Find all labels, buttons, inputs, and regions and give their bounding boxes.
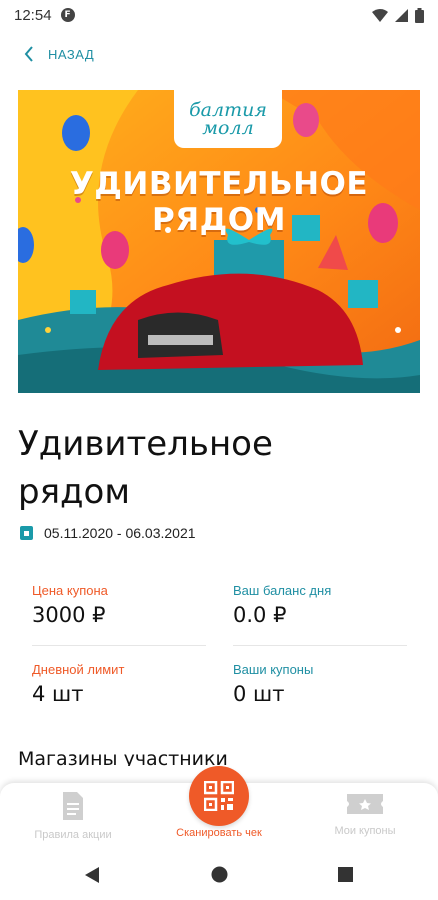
battery-icon	[415, 7, 424, 23]
back-triangle-icon[interactable]	[84, 866, 100, 884]
nav-coupons[interactable]: Мои купоны	[292, 791, 438, 837]
daily-limit-label: Дневной лимит	[32, 662, 125, 677]
coupon-price-value: 3000 ₽	[32, 603, 106, 627]
divider	[233, 645, 407, 646]
my-coupons: Ваши купоны 0 шт	[233, 662, 419, 706]
ticket-icon	[347, 794, 383, 814]
banner-title: УДИВИТЕЛЬНОЕ РЯДОМ	[18, 166, 420, 238]
nav-coupons-label: Мои купоны	[334, 825, 396, 837]
day-balance-label: Ваш баланс дня	[233, 583, 332, 598]
banner-title-line1: УДИВИТЕЛЬНОЕ	[69, 166, 369, 202]
app-notification-icon: F	[60, 8, 75, 22]
promo-banner: балтия молл УДИВИТЕЛЬНОЕ РЯДОМ	[18, 90, 420, 393]
nav-scan-label: Сканировать чек	[176, 827, 262, 839]
signal-icon	[395, 8, 408, 22]
daily-limit: Дневной лимит 4 шт	[32, 662, 218, 706]
coupon-price-label: Цена купона	[32, 583, 108, 598]
recents-square-icon[interactable]	[338, 867, 353, 882]
qr-code-icon	[204, 781, 234, 811]
back-label: НАЗАД	[48, 46, 95, 62]
home-circle-icon[interactable]	[211, 866, 228, 883]
mall-logo: балтия молл	[174, 90, 282, 148]
nav-rules[interactable]: Правила акции	[0, 791, 146, 841]
document-icon	[63, 792, 83, 820]
back-button[interactable]: НАЗАД	[24, 46, 94, 62]
promo-title: Удивительное рядом	[18, 424, 273, 512]
status-bar: 12:54 F	[0, 0, 438, 30]
promo-dates: 05.11.2020 - 06.03.2021	[20, 525, 196, 541]
my-coupons-label: Ваши купоны	[233, 662, 314, 677]
day-balance: Ваш баланс дня 0.0 ₽	[233, 583, 419, 627]
system-navigation-bar	[0, 848, 438, 900]
coupon-price: Цена купона 3000 ₽	[32, 583, 218, 627]
divider	[32, 645, 206, 646]
mall-logo-line2: молл	[202, 117, 254, 139]
my-coupons-value: 0 шт	[233, 682, 285, 706]
status-time: 12:54	[14, 6, 52, 24]
scan-receipt-button[interactable]	[189, 766, 249, 826]
nav-rules-label: Правила акции	[34, 829, 112, 841]
shops-section-title: Магазины участники	[18, 748, 228, 766]
calendar-icon	[20, 526, 33, 540]
promo-dates-text: 05.11.2020 - 06.03.2021	[44, 525, 196, 541]
daily-limit-value: 4 шт	[32, 682, 84, 706]
status-icons	[372, 7, 424, 23]
wifi-icon	[372, 8, 388, 22]
banner-title-line2: РЯДОМ	[152, 202, 286, 238]
day-balance-value: 0.0 ₽	[233, 603, 287, 627]
chevron-left-icon	[24, 46, 33, 62]
